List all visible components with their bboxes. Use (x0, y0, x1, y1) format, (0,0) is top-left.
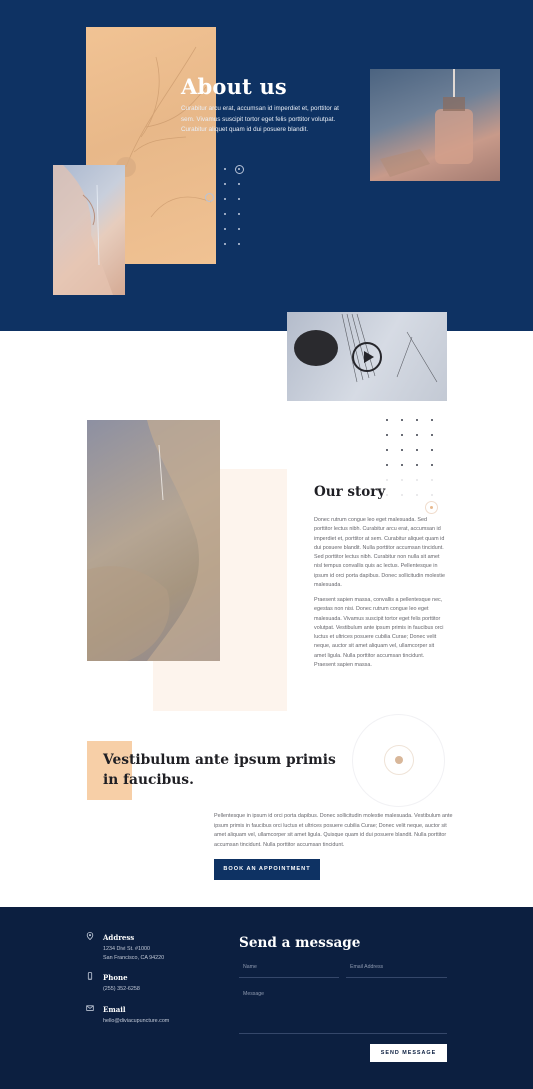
message-placeholder: Message (243, 991, 265, 997)
decorative-ring-icon (205, 193, 214, 202)
about-title: About us (181, 74, 287, 99)
name-field[interactable]: Name (239, 962, 339, 978)
decorative-dot-grid (224, 168, 252, 245)
acupuncture-hand-photo (53, 165, 125, 295)
story-paragraph-1: Donec rutrum congue leo eget malesuada. … (314, 517, 445, 588)
email-address-field[interactable]: Email Address (346, 962, 447, 978)
email-icon (86, 1004, 94, 1012)
address-line-1: 1234 Divi St. #1000 (103, 946, 151, 952)
feature-text: Pellentesque in ipsum id orci porta dapi… (214, 813, 453, 848)
email-placeholder: Email Address (350, 964, 384, 970)
phone-value[interactable]: (255) 352-6258 (103, 985, 140, 994)
send-message-button[interactable]: SEND MESSAGE (370, 1044, 447, 1062)
oil-bottle-photo (370, 69, 500, 181)
play-icon[interactable] (352, 342, 382, 372)
story-title: Our story (314, 484, 386, 500)
address-label: Address (103, 933, 135, 942)
address-line-2: San Francisco, CA 94220 (103, 955, 165, 961)
decorative-dot-grid (386, 419, 446, 496)
contact-form-title: Send a message (239, 935, 361, 951)
decorative-ring-icon (235, 165, 244, 174)
feature-title: Vestibulum ante ipsum primis in faucibus… (103, 752, 336, 788)
message-field[interactable]: Message (239, 989, 447, 1034)
name-placeholder: Name (243, 964, 257, 970)
decorative-dot-icon (395, 756, 403, 764)
email-label: Email (103, 1005, 126, 1014)
decorative-dot-icon (430, 506, 433, 509)
phone-label: Phone (103, 973, 128, 982)
story-hand-photo (87, 420, 220, 661)
email-value[interactable]: hello@diviacupuncture.com (103, 1017, 169, 1026)
about-text: Curabitur arcu erat, accumsan id imperdi… (181, 105, 339, 134)
book-appointment-button[interactable]: BOOK AN APPOINTMENT (214, 859, 320, 880)
phone-icon (86, 972, 94, 980)
about-section: About us Curabitur arcu erat, accumsan i… (0, 0, 533, 331)
story-paragraph-2: Praesent sapien massa, convallis a pelle… (314, 597, 444, 668)
location-pin-icon (86, 932, 94, 941)
